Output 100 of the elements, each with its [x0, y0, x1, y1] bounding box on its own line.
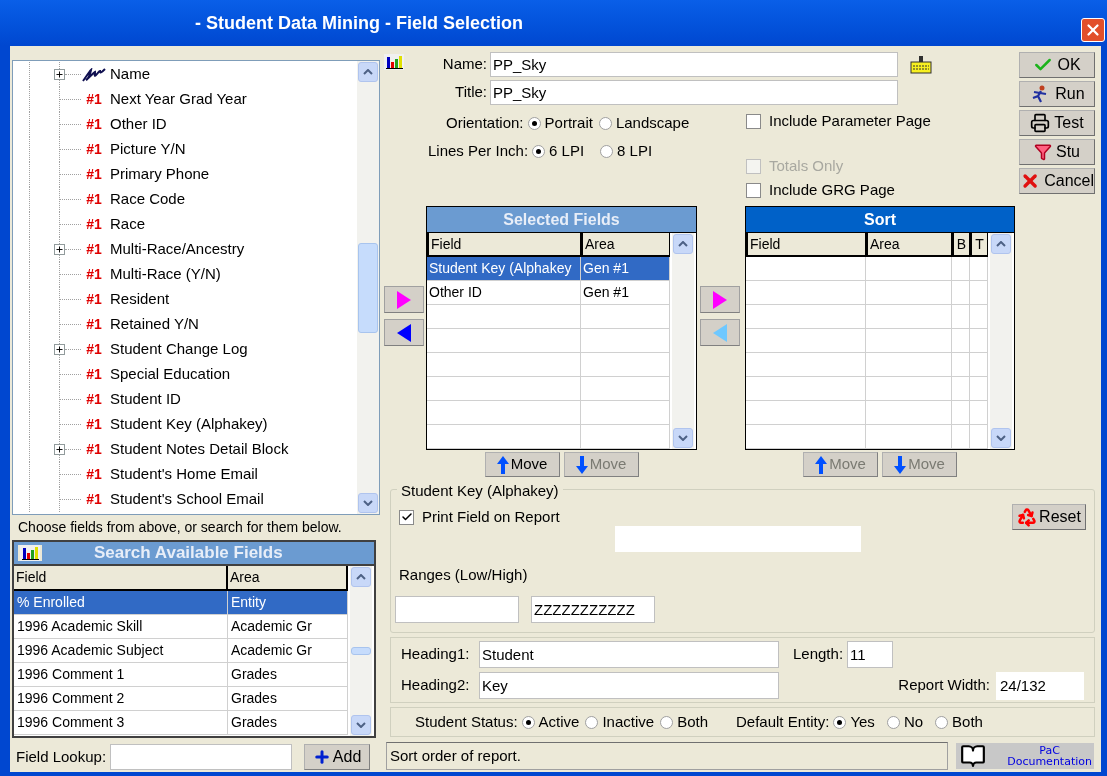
- dialog-button[interactable]: Run: [1019, 81, 1095, 107]
- move-button[interactable]: Move: [484, 452, 560, 477]
- table-row[interactable]: 1996 Comment 1 Grades: [14, 663, 348, 687]
- doc-text: Documentation: [1007, 756, 1092, 767]
- tree-item[interactable]: #1 Student Key (Alphakey): [13, 412, 357, 437]
- panel-header: Search Available Fields: [14, 542, 374, 566]
- checkbox[interactable]: [746, 182, 761, 198]
- reset-button[interactable]: Reset: [1012, 504, 1086, 530]
- radio-button[interactable]: [521, 715, 535, 729]
- dialog-button[interactable]: Stu: [1019, 139, 1095, 165]
- column-header[interactable]: Field: [746, 233, 866, 255]
- tree-item[interactable]: #1 Student's Home Email: [13, 462, 357, 487]
- radio-button[interactable]: [585, 715, 599, 729]
- radio-button[interactable]: [600, 144, 614, 158]
- table-row[interactable]: % Enrolled Entity: [14, 591, 348, 615]
- checkbox-label: Include GRG Page: [769, 179, 895, 200]
- default-entity-label: Default Entity:: [736, 711, 830, 732]
- tree-item[interactable]: Name: [13, 62, 357, 87]
- transfer-button[interactable]: [700, 286, 740, 313]
- checkbox[interactable]: [746, 113, 761, 129]
- tree-item[interactable]: #1 Next Year Grad Year: [13, 87, 357, 112]
- scrollbar[interactable]: [672, 233, 694, 449]
- heading2-input[interactable]: Key: [479, 672, 779, 699]
- tree-item-label: Race Code: [110, 189, 186, 210]
- column-header[interactable]: Field: [14, 566, 228, 589]
- table-cell: % Enrolled: [14, 591, 228, 614]
- tree-item[interactable]: #1 Race: [13, 212, 357, 237]
- radio-button[interactable]: [660, 715, 674, 729]
- table-row[interactable]: 1996 Academic Subject Academic Gr: [14, 639, 348, 663]
- expand-box[interactable]: [54, 444, 65, 455]
- field-tag: #1: [86, 164, 102, 185]
- dialog-button[interactable]: OK: [1019, 52, 1095, 78]
- tree-item[interactable]: #1 Student Notes Detail Block: [13, 437, 357, 462]
- table-row[interactable]: 1996 Comment 2 Grades: [14, 687, 348, 711]
- scrollbar[interactable]: [357, 61, 379, 514]
- tree-item-label: Multi-Race/Ancestry: [110, 239, 245, 260]
- name-input[interactable]: PP_Sky: [490, 52, 898, 77]
- up-arrow-icon: [496, 455, 509, 474]
- scroll-up-icon: [678, 241, 688, 247]
- table-row[interactable]: 1996 Academic Skill Academic Gr: [14, 615, 348, 639]
- field-tag: #1: [86, 339, 102, 360]
- transfer-button[interactable]: [384, 286, 424, 313]
- scroll-thumb[interactable]: [358, 242, 378, 333]
- scrollbar[interactable]: [350, 566, 372, 736]
- length-input[interactable]: 11: [847, 641, 894, 668]
- field-tag: #1: [86, 289, 102, 310]
- up-arrow-icon: [815, 455, 828, 474]
- tree-item-label: Student Notes Detail Block: [110, 439, 289, 460]
- dialog-button[interactable]: Cancel: [1019, 168, 1095, 194]
- radio-button[interactable]: [532, 144, 546, 158]
- radio-button[interactable]: [527, 116, 541, 130]
- table-row[interactable]: Other ID Gen #1: [427, 281, 670, 305]
- tree-item-label: Primary Phone: [110, 164, 210, 185]
- column-header[interactable]: Field: [427, 233, 581, 255]
- column-header[interactable]: T: [970, 233, 988, 255]
- radio-button[interactable]: [886, 715, 900, 729]
- tree-item[interactable]: #1 Student ID: [13, 387, 357, 412]
- transfer-button[interactable]: [384, 319, 424, 346]
- tree-item[interactable]: #1 Multi-Race/Ancestry: [13, 237, 357, 262]
- heading1-input[interactable]: Student: [479, 641, 779, 668]
- add-button[interactable]: Add: [304, 744, 371, 770]
- high-range-input[interactable]: ZZZZZZZZZZZ: [531, 595, 655, 623]
- table-row[interactable]: Student Key (Alphakey Gen #1: [427, 257, 670, 281]
- title-input[interactable]: PP_Sky: [490, 80, 898, 105]
- expand-box[interactable]: [54, 244, 65, 255]
- radio-button[interactable]: [598, 116, 612, 130]
- down-arrow-icon: [894, 455, 907, 474]
- field-lookup-input[interactable]: [110, 744, 293, 770]
- tree-item[interactable]: #1 Primary Phone: [13, 162, 357, 187]
- tree-item[interactable]: #1 Special Education: [13, 362, 357, 387]
- documentation-button[interactable]: PaC Documentation: [956, 743, 1094, 769]
- expand-box[interactable]: [54, 344, 65, 355]
- scroll-thumb[interactable]: [351, 647, 371, 655]
- tree-item[interactable]: #1 Student Change Log: [13, 337, 357, 362]
- column-header[interactable]: Area: [866, 233, 952, 255]
- tree-item[interactable]: #1 Student's School Email: [13, 487, 357, 512]
- checkbox[interactable]: [399, 509, 414, 525]
- tree-item[interactable]: #1 Other ID: [13, 112, 357, 137]
- close-button[interactable]: [1081, 18, 1105, 42]
- report-width-label: Report Width:: [898, 675, 990, 696]
- expand-box[interactable]: [54, 69, 65, 80]
- tree-item[interactable]: #1 Retained Y/N: [13, 312, 357, 337]
- field-tag: #1: [86, 89, 102, 110]
- tree-item-label: Student ID: [110, 389, 181, 410]
- checkbox-label: Totals Only: [769, 155, 844, 176]
- dialog-button[interactable]: Test: [1019, 110, 1095, 136]
- tree-item[interactable]: #1 Picture Y/N: [13, 137, 357, 162]
- table-cell: Academic Gr: [228, 639, 348, 662]
- right-arrow-icon: [713, 290, 727, 309]
- low-range-input[interactable]: [395, 595, 519, 623]
- scrollbar[interactable]: [990, 233, 1012, 449]
- column-header[interactable]: Area: [581, 233, 670, 255]
- tree-item[interactable]: #1 Race Code: [13, 187, 357, 212]
- radio-button[interactable]: [935, 715, 949, 729]
- tree-item[interactable]: #1 Resident: [13, 287, 357, 312]
- column-header[interactable]: Area: [228, 566, 348, 589]
- table-row[interactable]: 1996 Comment 3 Grades: [14, 711, 348, 735]
- radio-button[interactable]: [833, 715, 847, 729]
- tree-item[interactable]: #1 Multi-Race (Y/N): [13, 262, 357, 287]
- column-header[interactable]: B: [952, 233, 970, 255]
